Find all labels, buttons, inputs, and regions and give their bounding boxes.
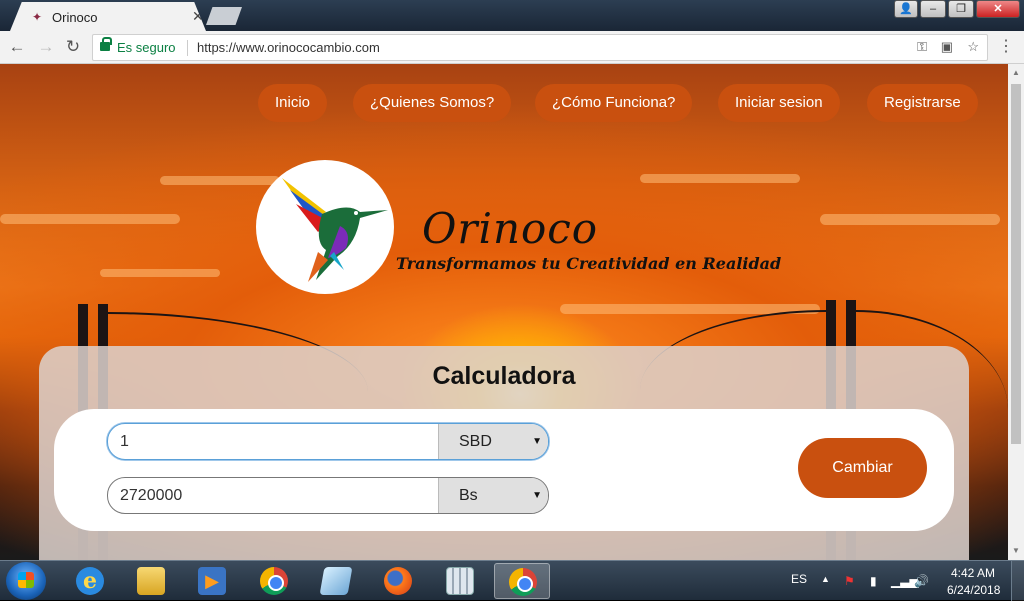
language-indicator[interactable]: ES (791, 572, 807, 586)
restore-button[interactable]: ❐ (948, 0, 974, 18)
nav-registrarse[interactable]: Registrarse (867, 84, 978, 122)
volume-icon[interactable]: 🔊 (914, 574, 929, 588)
hummingbird-logo-icon (282, 178, 388, 282)
taskbar-notes[interactable] (308, 563, 364, 599)
media-player-icon: ▶ (198, 567, 226, 595)
to-amount-input[interactable]: 2720000 (108, 478, 438, 513)
calculator-title: Calculadora (432, 362, 576, 390)
cloud-decor (0, 214, 180, 224)
to-amount-group: 2720000 Bs ▼ (107, 477, 549, 514)
brand-tagline: Transformamos tu Creatividad en Realidad (396, 254, 782, 273)
taskbar-media-player[interactable]: ▶ (184, 563, 240, 599)
show-hidden-icons-icon[interactable]: ▲ (821, 574, 830, 584)
firefox-icon (384, 567, 412, 595)
calculator-icon (446, 567, 474, 595)
reload-icon[interactable]: ↻ (62, 36, 84, 58)
notes-icon (319, 567, 353, 595)
nav-iniciar-sesion[interactable]: Iniciar sesion (718, 84, 840, 122)
forward-icon[interactable]: → (35, 36, 57, 58)
close-tab-icon[interactable]: ✕ (192, 8, 204, 25)
scrollbar-thumb[interactable] (1011, 84, 1021, 444)
page-viewport: Inicio ¿Quienes Somos? ¿Cómo Funciona? I… (0, 64, 1008, 560)
nav-inicio[interactable]: Inicio (258, 84, 328, 122)
nav-como-funciona[interactable]: ¿Cómo Funciona? (535, 84, 693, 122)
taskbar-file-explorer[interactable] (123, 563, 179, 599)
cambiar-button[interactable]: Cambiar (798, 438, 927, 498)
star-icon[interactable]: ☆ (967, 39, 979, 55)
clock-time[interactable]: 4:42 AM (951, 566, 995, 580)
scroll-up-icon[interactable]: ▲ (1012, 68, 1020, 77)
url-text[interactable]: https://www.orinococambio.com (197, 40, 380, 55)
chevron-down-icon: ▼ (532, 490, 542, 501)
secure-label: Es seguro (117, 40, 176, 55)
minimize-button[interactable]: – (920, 0, 946, 18)
from-amount-input[interactable]: 1 (108, 424, 438, 459)
folder-icon (137, 567, 165, 595)
browser-titlebar: ✦ Orinoco ✕ 👤 – ❐ ✕ (0, 0, 1024, 31)
taskbar-internet-explorer[interactable]: e (62, 563, 118, 599)
windows-logo-icon (18, 572, 34, 588)
battery-icon[interactable]: ▮ (870, 574, 877, 588)
from-amount-group: 1 SBD ▼ (107, 423, 549, 460)
windows-taskbar: e ▶ ES ▲ ⚑ ▮ ▁▃▅ 🔊 4:42 AM 6/24/2018 (0, 560, 1024, 601)
close-window-button[interactable]: ✕ (976, 0, 1020, 18)
brand-wordmark: Orinoco (422, 204, 599, 253)
translate-icon[interactable]: ▣ (941, 39, 953, 55)
browser-toolbar: ← → ↻ Es seguro https://www.orinococambi… (0, 31, 1024, 64)
browser-tab[interactable]: ✦ Orinoco ✕ (10, 2, 206, 31)
page-scrollbar[interactable]: ▲ ▼ (1008, 64, 1024, 560)
internet-explorer-icon: e (76, 567, 104, 595)
chevron-down-icon: ▼ (532, 436, 542, 447)
cloud-decor (100, 269, 220, 277)
to-currency-value: Bs (459, 487, 478, 504)
calculator-panel: Calculadora 1 SBD ▼ 2720000 Bs ▼ Cambiar (39, 346, 969, 560)
menu-icon[interactable]: ⋮ (998, 38, 1014, 56)
tab-title: Orinoco (52, 10, 98, 25)
scroll-down-icon[interactable]: ▼ (1012, 546, 1020, 555)
hummingbird-favicon-icon: ✦ (32, 10, 43, 24)
taskbar-firefox[interactable] (370, 563, 426, 599)
omnibox-divider (187, 40, 188, 56)
back-icon[interactable]: ← (6, 36, 28, 58)
to-currency-select[interactable]: Bs ▼ (438, 478, 548, 513)
user-profile-button[interactable]: 👤 (894, 0, 918, 18)
logo-emblem[interactable] (256, 160, 394, 294)
clock-date[interactable]: 6/24/2018 (947, 583, 1000, 597)
nav-quienes-somos[interactable]: ¿Quienes Somos? (353, 84, 512, 122)
calculator-form: 1 SBD ▼ 2720000 Bs ▼ Cambiar (54, 409, 954, 531)
cloud-decor (640, 174, 800, 183)
taskbar-chrome[interactable] (246, 563, 302, 599)
chrome-icon (509, 568, 537, 596)
window-controls: 👤 – ❐ ✕ (894, 0, 1020, 18)
from-currency-select[interactable]: SBD ▼ (438, 424, 548, 459)
cloud-decor (820, 214, 1000, 225)
start-button[interactable] (6, 562, 46, 600)
new-tab-button[interactable] (206, 7, 242, 25)
taskbar-chrome-active[interactable] (494, 563, 550, 599)
taskbar-calculator[interactable] (432, 563, 488, 599)
lock-icon (100, 37, 112, 51)
chrome-icon (260, 567, 288, 595)
from-currency-value: SBD (459, 433, 492, 450)
action-center-flag-icon[interactable]: ⚑ (844, 574, 855, 588)
show-desktop-button[interactable] (1011, 561, 1024, 601)
key-icon[interactable]: ⚿ (917, 39, 927, 55)
address-bar[interactable]: Es seguro https://www.orinococambio.com … (92, 34, 988, 61)
